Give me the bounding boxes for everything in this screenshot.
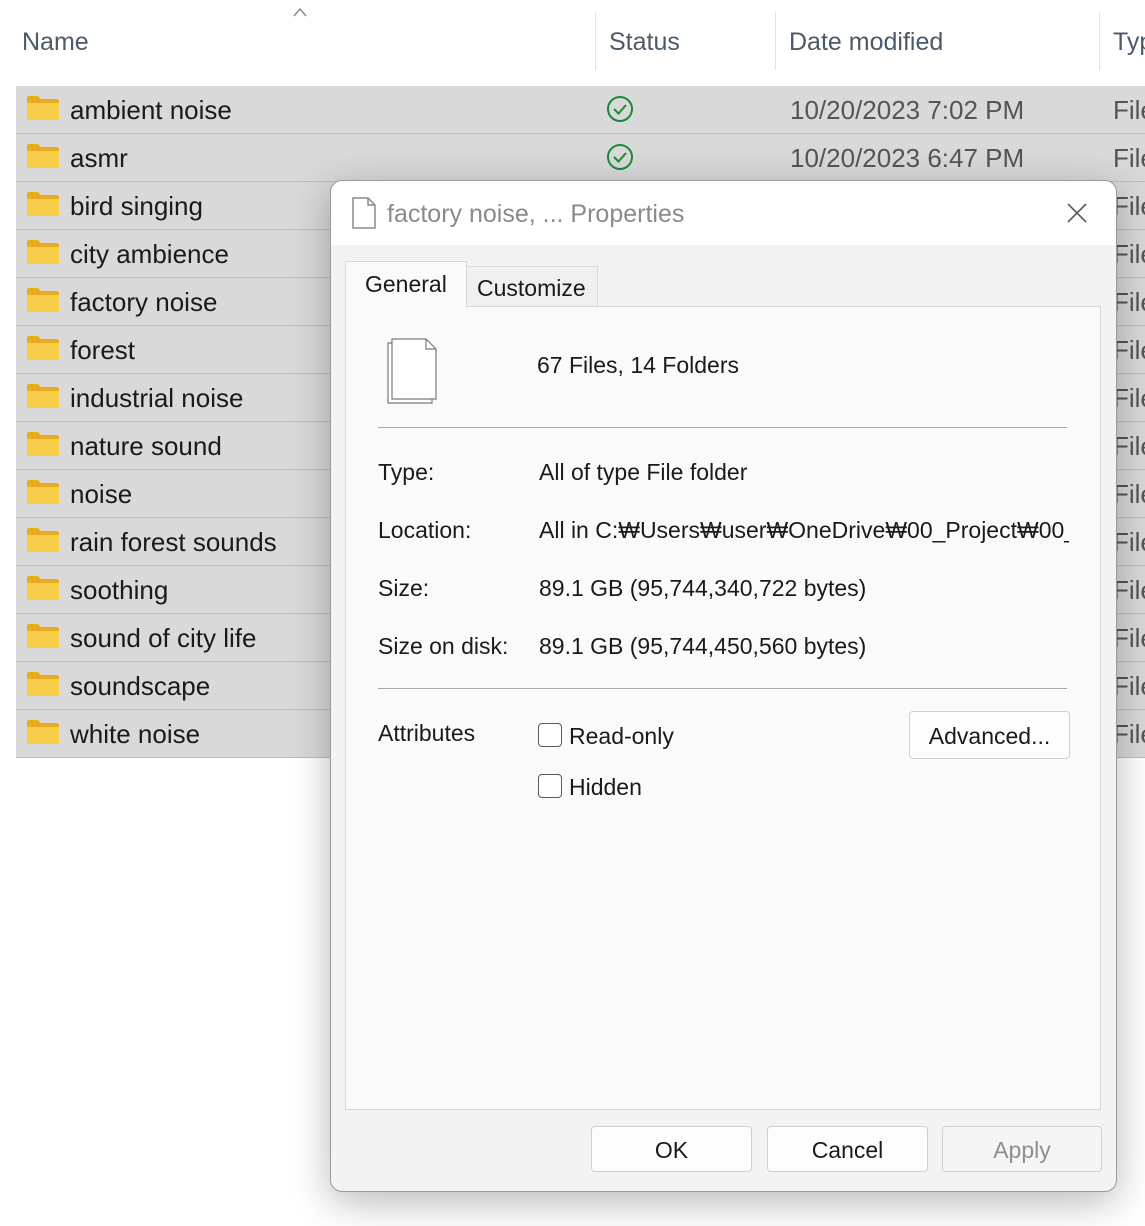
file-name[interactable]: white noise — [70, 719, 200, 750]
file-type: File — [1113, 191, 1145, 221]
column-header-name[interactable]: Name — [22, 28, 89, 57]
file-name[interactable]: sound of city life — [70, 623, 256, 654]
file-type: File — [1113, 623, 1145, 653]
file-type: File — [1113, 239, 1145, 269]
dialog-title: factory noise, ... Properties — [387, 200, 685, 228]
file-type: File — [1113, 383, 1145, 413]
dialog-titlebar[interactable]: factory noise, ... Properties — [331, 181, 1116, 245]
hidden-checkbox[interactable] — [538, 774, 562, 798]
attributes-label: Attributes — [378, 720, 476, 746]
file-type: File — [1113, 719, 1145, 749]
folder-icon — [27, 432, 59, 456]
divider — [378, 427, 1067, 428]
general-tab-panel: 67 Files, 14 Folders Type: All of type F… — [345, 306, 1101, 1110]
file-name[interactable]: asmr — [70, 143, 128, 174]
close-icon — [1067, 203, 1087, 223]
folder-icon — [27, 480, 59, 504]
column-header-status[interactable]: Status — [609, 28, 680, 57]
properties-dialog: factory noise, ... Properties General Cu… — [330, 180, 1117, 1192]
file-row[interactable]: ambient noise 10/20/2023 7:02 PM File — [16, 86, 1145, 134]
folder-icon — [27, 336, 59, 360]
file-name[interactable]: factory noise — [70, 287, 217, 318]
column-header-type[interactable]: Typ — [1113, 28, 1145, 57]
sync-check-icon — [607, 96, 633, 122]
advanced-button[interactable]: Advanced... — [909, 711, 1070, 759]
tab-customize-label: Customize — [477, 275, 586, 301]
divider — [378, 688, 1067, 689]
file-type: File — [1113, 527, 1145, 557]
file-type: File — [1113, 671, 1145, 701]
size-value: 89.1 GB (95,744,340,722 bytes) — [539, 575, 867, 601]
size-on-disk-value: 89.1 GB (95,744,450,560 bytes) — [539, 633, 867, 659]
file-name[interactable]: soundscape — [70, 671, 210, 702]
file-name[interactable]: soothing — [70, 575, 168, 606]
column-header-date-modified[interactable]: Date modified — [789, 28, 943, 57]
tab-general-label: General — [365, 271, 447, 297]
file-name[interactable]: city ambience — [70, 239, 229, 270]
folder-icon — [27, 576, 59, 600]
file-type: File — [1113, 335, 1145, 365]
file-name[interactable]: rain forest sounds — [70, 527, 277, 558]
location-value: All in C:₩Users₩user₩OneDrive₩00_Project… — [539, 517, 1069, 543]
folder-icon — [27, 672, 59, 696]
folder-icon — [27, 288, 59, 312]
folder-icon — [27, 528, 59, 552]
column-header-bar: Name Status Date modified Typ — [0, 0, 1145, 85]
file-type: File — [1113, 431, 1145, 461]
file-type: File — [1113, 95, 1145, 125]
cancel-button[interactable]: Cancel — [767, 1126, 928, 1172]
tab-general[interactable]: General — [345, 261, 467, 308]
column-separator[interactable] — [595, 12, 596, 70]
location-label: Location: — [378, 517, 472, 543]
file-name[interactable]: forest — [70, 335, 135, 366]
size-on-disk-label: Size on disk: — [378, 633, 509, 659]
size-label: Size: — [378, 575, 430, 601]
ok-button[interactable]: OK — [591, 1126, 752, 1172]
column-separator[interactable] — [775, 12, 776, 70]
folder-icon — [27, 96, 59, 120]
file-type: File — [1113, 143, 1145, 173]
file-name[interactable]: bird singing — [70, 191, 203, 222]
sync-check-icon — [607, 144, 633, 170]
folder-icon — [27, 624, 59, 648]
file-type: File — [1113, 287, 1145, 317]
file-row[interactable]: asmr 10/20/2023 6:47 PM File — [16, 134, 1145, 182]
close-button[interactable] — [1051, 193, 1103, 233]
folder-icon — [27, 192, 59, 216]
apply-button[interactable]: Apply — [942, 1126, 1102, 1172]
hidden-label[interactable]: Hidden — [569, 774, 642, 801]
folder-icon — [27, 384, 59, 408]
date-modified: 10/20/2023 6:47 PM — [790, 143, 1025, 173]
file-name[interactable]: industrial noise — [70, 383, 243, 414]
tab-customize[interactable]: Customize — [466, 266, 598, 307]
read-only-label[interactable]: Read-only — [569, 723, 674, 750]
file-type: File — [1113, 575, 1145, 605]
document-icon — [352, 197, 376, 229]
type-value: All of type File folder — [539, 459, 748, 485]
selection-summary: 67 Files, 14 Folders — [537, 352, 739, 378]
type-label: Type: — [378, 459, 435, 485]
folder-icon — [27, 240, 59, 264]
column-separator[interactable] — [1099, 12, 1100, 70]
sort-ascending-icon[interactable] — [292, 6, 308, 18]
multiple-files-icon — [387, 338, 437, 404]
file-name[interactable]: ambient noise — [70, 95, 232, 126]
folder-icon — [27, 720, 59, 744]
folder-icon — [27, 144, 59, 168]
file-name[interactable]: nature sound — [70, 431, 222, 462]
file-type: File — [1113, 479, 1145, 509]
file-name[interactable]: noise — [70, 479, 132, 510]
read-only-checkbox[interactable] — [538, 723, 562, 747]
date-modified: 10/20/2023 7:02 PM — [790, 95, 1025, 125]
